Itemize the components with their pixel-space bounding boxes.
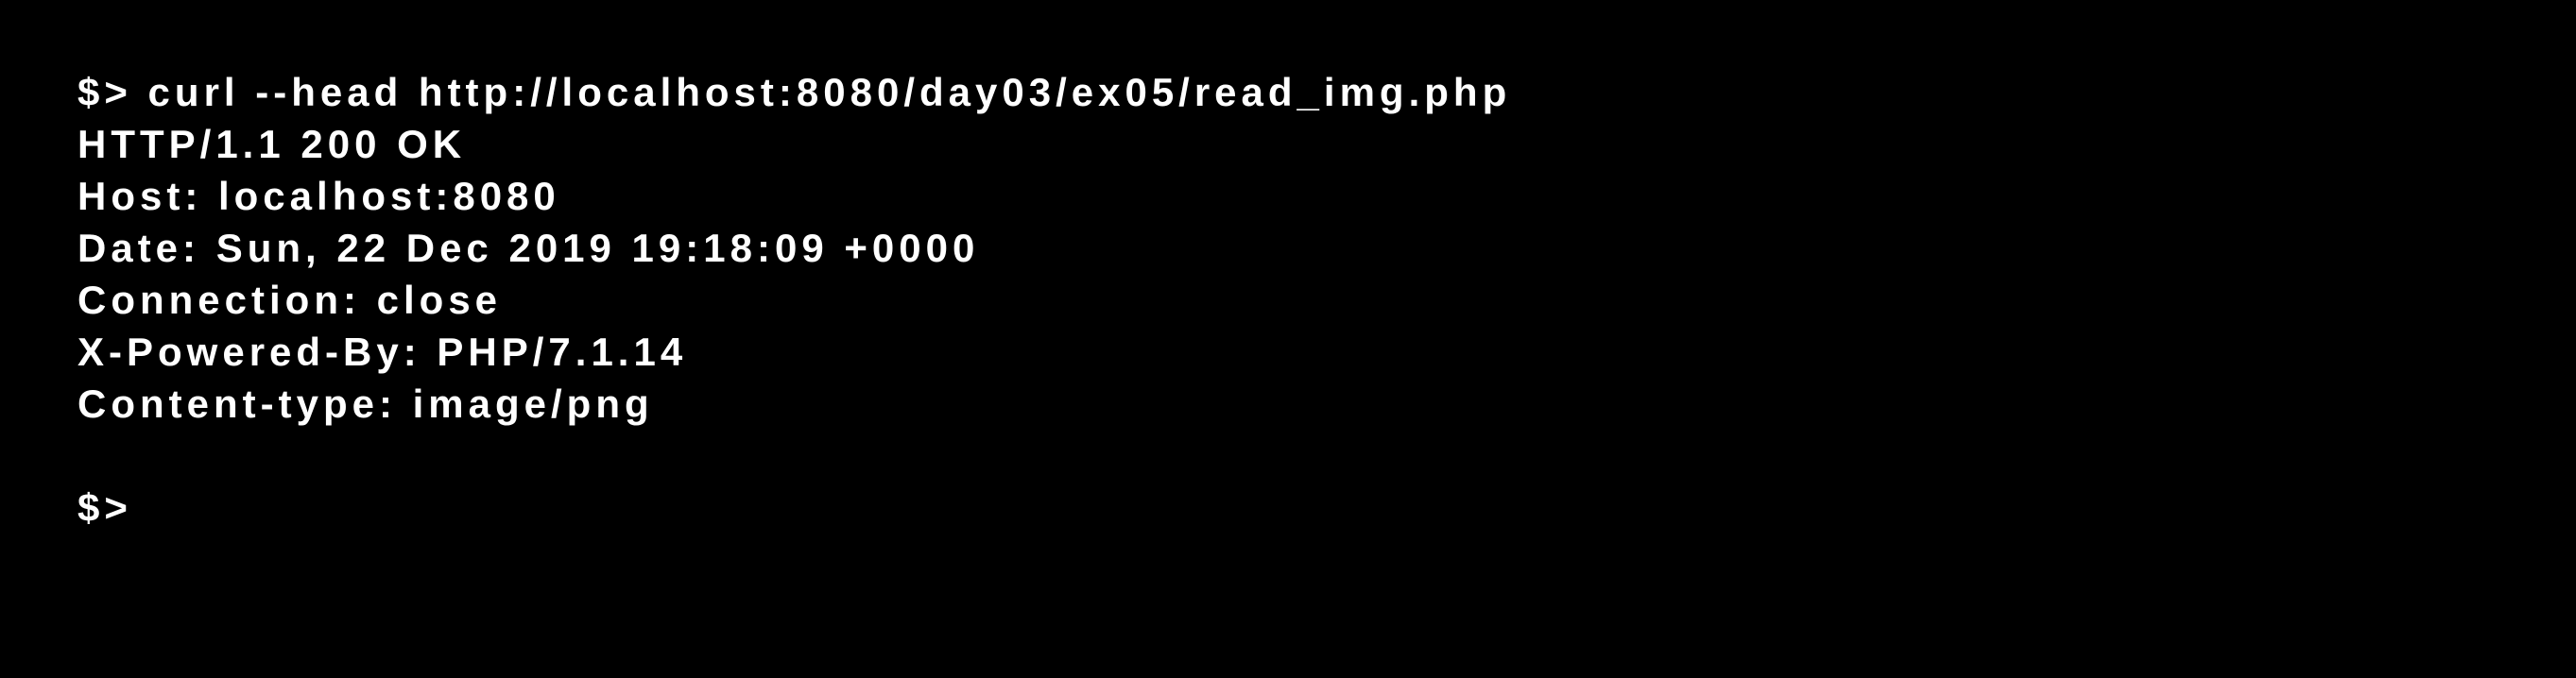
header-content-type: Content-type: image/png [77,381,654,426]
header-connection: Connection: close [77,278,503,322]
terminal-output: $> curl --head http://localhost:8080/day… [77,66,1511,534]
header-x-powered-by: X-Powered-By: PHP/7.1.14 [77,330,688,374]
http-status-line: HTTP/1.1 200 OK [77,122,467,166]
shell-prompt: $> [77,485,132,530]
terminal-window[interactable]: $> curl --head http://localhost:8080/day… [0,0,2576,678]
header-host: Host: localhost:8080 [77,174,560,218]
prompt-line[interactable]: $> [77,482,1511,534]
command-input[interactable] [132,489,170,533]
header-date: Date: Sun, 22 Dec 2019 19:18:09 +0000 [77,226,980,270]
command-line: $> curl --head http://localhost:8080/day… [77,70,1512,114]
